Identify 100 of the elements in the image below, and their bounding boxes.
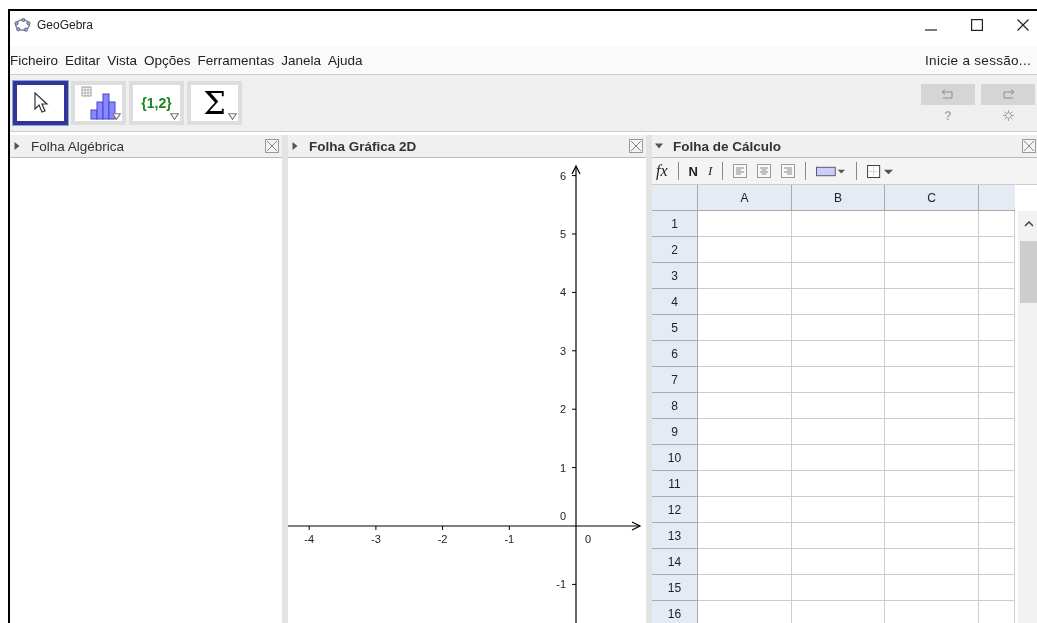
menu-item[interactable]: Vista [107, 52, 138, 68]
graphics-view[interactable]: -4 -3 -2 -1 0 6 5 4 3 2 1 0 -1 [288, 158, 646, 623]
table-cell[interactable] [698, 445, 792, 471]
align-icon[interactable] [781, 164, 796, 178]
table-cell[interactable] [885, 497, 979, 523]
table-cell[interactable] [792, 367, 885, 393]
italic-button[interactable]: I [707, 163, 713, 179]
table-cell[interactable] [885, 211, 979, 237]
row-header[interactable]: 12 [652, 497, 698, 523]
table-cell[interactable] [885, 393, 979, 419]
column-header[interactable] [979, 185, 1015, 211]
table-cell[interactable] [792, 549, 885, 575]
table-cell[interactable] [698, 497, 792, 523]
row-header[interactable]: 3 [652, 263, 698, 289]
table-cell[interactable] [792, 263, 885, 289]
table-cell[interactable] [792, 471, 885, 497]
corner-cell[interactable] [652, 185, 698, 211]
table-cell[interactable] [885, 263, 979, 289]
tool-button[interactable]: Σ [187, 81, 242, 125]
row-header[interactable]: 16 [652, 601, 698, 623]
table-cell[interactable] [885, 237, 979, 263]
row-header[interactable]: 1 [652, 211, 698, 237]
table-cell[interactable] [885, 471, 979, 497]
table-cell[interactable] [979, 237, 1015, 263]
close-icon[interactable] [1017, 19, 1029, 31]
expand-icon[interactable] [291, 142, 299, 150]
align-icon[interactable] [733, 164, 748, 178]
table-cell[interactable] [979, 263, 1015, 289]
row-header[interactable]: 4 [652, 289, 698, 315]
table-cell[interactable] [979, 289, 1015, 315]
table-cell[interactable] [792, 315, 885, 341]
menu-item[interactable]: Ficheiro [10, 52, 58, 68]
row-header[interactable]: 14 [652, 549, 698, 575]
table-cell[interactable] [885, 315, 979, 341]
fill-color-icon[interactable] [816, 164, 847, 178]
scrollbar[interactable] [1018, 211, 1037, 623]
table-cell[interactable] [979, 393, 1015, 419]
table-cell[interactable] [698, 549, 792, 575]
settings-icon[interactable] [1002, 110, 1014, 121]
table-cell[interactable] [792, 523, 885, 549]
row-header[interactable]: 9 [652, 419, 698, 445]
column-header[interactable]: A [698, 185, 792, 211]
tool-button[interactable]: {1,2} [129, 81, 184, 125]
tool-button[interactable] [13, 81, 68, 125]
row-header[interactable]: 13 [652, 523, 698, 549]
row-header[interactable]: 6 [652, 341, 698, 367]
table-cell[interactable] [698, 341, 792, 367]
table-cell[interactable] [885, 341, 979, 367]
table-cell[interactable] [885, 523, 979, 549]
table-cell[interactable] [698, 471, 792, 497]
menu-item[interactable]: Ajuda [327, 52, 363, 68]
maximize-icon[interactable] [971, 19, 983, 31]
table-cell[interactable] [885, 575, 979, 601]
table-cell[interactable] [698, 237, 792, 263]
table-cell[interactable] [792, 575, 885, 601]
row-header[interactable]: 15 [652, 575, 698, 601]
table-cell[interactable] [979, 575, 1015, 601]
column-header[interactable]: C [885, 185, 979, 211]
menu-item[interactable]: Ferramentas [197, 52, 275, 68]
table-cell[interactable] [885, 445, 979, 471]
table-cell[interactable] [885, 549, 979, 575]
table-cell[interactable] [698, 523, 792, 549]
table-cell[interactable] [792, 289, 885, 315]
collapse-icon[interactable] [655, 142, 663, 150]
column-header[interactable]: B [792, 185, 885, 211]
table-cell[interactable] [698, 315, 792, 341]
table-cell[interactable] [979, 497, 1015, 523]
bold-button[interactable]: N [688, 163, 698, 179]
table-cell[interactable] [979, 367, 1015, 393]
row-header[interactable]: 2 [652, 237, 698, 263]
table-cell[interactable] [792, 393, 885, 419]
row-header[interactable]: 11 [652, 471, 698, 497]
table-cell[interactable] [979, 471, 1015, 497]
table-cell[interactable] [698, 263, 792, 289]
row-header[interactable]: 8 [652, 393, 698, 419]
table-cell[interactable] [698, 575, 792, 601]
table-cell[interactable] [698, 289, 792, 315]
scrollbar-thumb[interactable] [1020, 241, 1037, 303]
table-cell[interactable] [792, 497, 885, 523]
scroll-up-icon[interactable] [1024, 221, 1034, 227]
table-cell[interactable] [885, 289, 979, 315]
table-cell[interactable] [979, 419, 1015, 445]
expand-icon[interactable] [13, 142, 21, 150]
table-cell[interactable] [792, 211, 885, 237]
table-cell[interactable] [792, 419, 885, 445]
sign-in-link[interactable]: Inicie a sessão... [925, 52, 1031, 68]
row-header[interactable]: 5 [652, 315, 698, 341]
table-cell[interactable] [698, 393, 792, 419]
formula-bar-toggle[interactable]: fx [656, 162, 668, 180]
table-cell[interactable] [979, 341, 1015, 367]
table-cell[interactable] [885, 419, 979, 445]
table-cell[interactable] [979, 445, 1015, 471]
menu-item[interactable]: Janela [281, 52, 321, 68]
row-header[interactable]: 10 [652, 445, 698, 471]
table-cell[interactable] [698, 211, 792, 237]
table-cell[interactable] [979, 523, 1015, 549]
table-cell[interactable] [698, 419, 792, 445]
row-header[interactable]: 7 [652, 367, 698, 393]
table-cell[interactable] [792, 237, 885, 263]
table-cell[interactable] [885, 367, 979, 393]
